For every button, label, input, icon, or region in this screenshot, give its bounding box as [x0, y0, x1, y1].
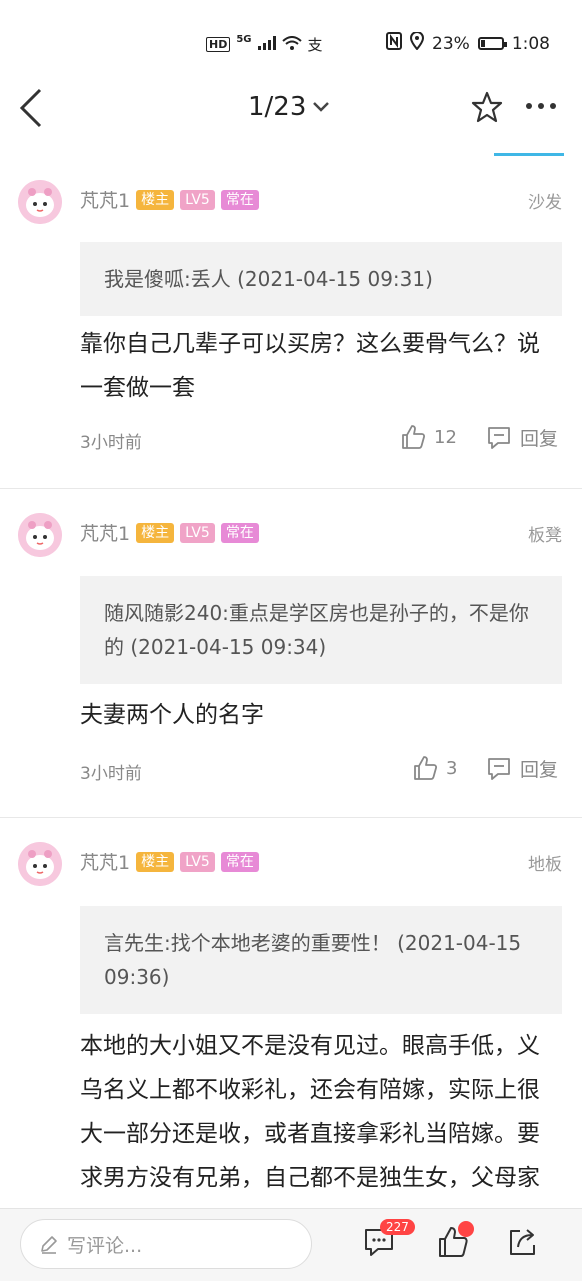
floor-label: 板凳	[528, 526, 562, 546]
avatar[interactable]	[18, 513, 62, 557]
wifi-icon	[281, 35, 302, 54]
reply-label: 回复	[520, 759, 559, 781]
cartoon-avatar-icon	[18, 842, 62, 886]
star-icon	[471, 91, 503, 123]
battery-percent: 23%	[432, 33, 470, 54]
floor-label: 沙发	[528, 193, 562, 213]
post-time: 3小时前	[80, 433, 142, 453]
clock: 1:08	[511, 33, 550, 54]
host-badge: 楼主	[136, 189, 175, 210]
reply-label: 回复	[520, 428, 559, 450]
bottom-bar: 写评论... 227	[0, 1208, 582, 1281]
level-badge: LV5	[180, 851, 215, 872]
quoted-comment[interactable]: 随风随影240:重点是学区房也是孙子的，不是你的 (2021-04-15 09:…	[80, 576, 562, 684]
like-dot-icon	[458, 1221, 474, 1237]
post-content: 靠你自己几辈子可以买房？这么要骨气么？说一套做一套	[80, 331, 540, 401]
comment-count-badge: 227	[380, 1219, 415, 1235]
post-time: 3小时前	[80, 764, 142, 784]
comment-input[interactable]: 写评论...	[20, 1219, 312, 1269]
dot-icon	[538, 103, 544, 109]
reply-button[interactable]: 回复	[486, 424, 558, 451]
username[interactable]: 芃芃1	[80, 848, 130, 875]
nfc-icon	[386, 32, 403, 55]
post-content: 本地的大小姐又不是没有见过。眼高手低，义乌名义上都不收彩礼，还会有陪嫁，实际上很…	[80, 1033, 540, 1191]
nav-bar: 1/23	[0, 70, 582, 160]
regular-badge: 常在	[220, 189, 259, 210]
thumbs-up-icon	[402, 425, 426, 449]
like-count: 3	[446, 757, 458, 779]
page-counter: 1/23	[248, 92, 307, 122]
comment-icon	[488, 757, 510, 780]
back-button[interactable]	[16, 86, 46, 130]
chevron-left-icon	[19, 88, 42, 128]
comments-button[interactable]: 227	[362, 1219, 415, 1261]
status-right: 23% 1:08	[386, 31, 550, 55]
status-left: HD 5G 支	[206, 34, 323, 55]
avatar[interactable]	[18, 180, 62, 224]
comment-placeholder: 写评论...	[67, 1234, 143, 1257]
cartoon-avatar-icon	[18, 180, 62, 224]
reply-post: 芃芃1 楼主 LV5 常在 板凳 随风随影240:重点是学区房也是孙子的，不是你…	[0, 489, 582, 817]
reply-post: 芃芃1 楼主 LV5 常在 地板 言先生:找个本地老婆的重要性！ (2021-0…	[0, 818, 582, 1208]
like-count: 12	[434, 426, 457, 448]
location-icon	[410, 31, 425, 55]
page-selector[interactable]: 1/23	[248, 92, 330, 122]
username-row: 芃芃1 楼主 LV5 常在	[80, 186, 259, 213]
dot-icon	[526, 103, 532, 109]
more-button[interactable]	[526, 103, 556, 109]
favorite-button[interactable]	[470, 90, 504, 124]
quoted-comment[interactable]: 我是傻呱:丢人 (2021-04-15 09:31)	[80, 242, 562, 316]
battery-icon	[477, 37, 507, 50]
regular-badge: 常在	[220, 522, 259, 543]
like-post-button[interactable]	[436, 1221, 474, 1261]
like-button[interactable]: 12	[400, 424, 457, 450]
comment-icon	[488, 426, 510, 449]
host-badge: 楼主	[136, 522, 175, 543]
reply-button[interactable]: 回复	[486, 755, 558, 782]
quoted-comment[interactable]: 言先生:找个本地老婆的重要性！ (2021-04-15 09:36)	[80, 906, 562, 1014]
reply-post: 芃芃1 楼主 LV5 常在 沙发 我是傻呱:丢人 (2021-04-15 09:…	[0, 160, 582, 488]
share-button[interactable]	[506, 1225, 542, 1261]
cartoon-avatar-icon	[18, 513, 62, 557]
level-badge: LV5	[180, 522, 215, 543]
username-row: 芃芃1 楼主 LV5 常在	[80, 848, 259, 875]
signal-icon	[257, 35, 276, 54]
network-label: 5G	[236, 34, 252, 45]
dot-icon	[550, 103, 556, 109]
username[interactable]: 芃芃1	[80, 519, 130, 546]
share-icon	[510, 1229, 535, 1255]
username[interactable]: 芃芃1	[80, 186, 130, 213]
floor-label: 地板	[528, 855, 562, 875]
regular-badge: 常在	[220, 851, 259, 872]
chevron-down-icon	[313, 102, 330, 112]
battery-fill	[480, 40, 486, 47]
username-row: 芃芃1 楼主 LV5 常在	[80, 519, 259, 546]
level-badge: LV5	[180, 189, 215, 210]
post-content: 夫妻两个人的名字	[80, 702, 264, 728]
hd-label: HD	[206, 37, 231, 52]
thumbs-up-icon	[414, 756, 438, 780]
status-bar: HD 5G 支 23% 1:08	[0, 0, 582, 70]
avatar[interactable]	[18, 842, 62, 886]
tab-indicator	[494, 153, 564, 156]
pencil-icon	[41, 1236, 57, 1254]
host-badge: 楼主	[136, 851, 175, 872]
alipay-icon: 支	[307, 36, 323, 54]
like-button[interactable]: 3	[412, 755, 457, 781]
